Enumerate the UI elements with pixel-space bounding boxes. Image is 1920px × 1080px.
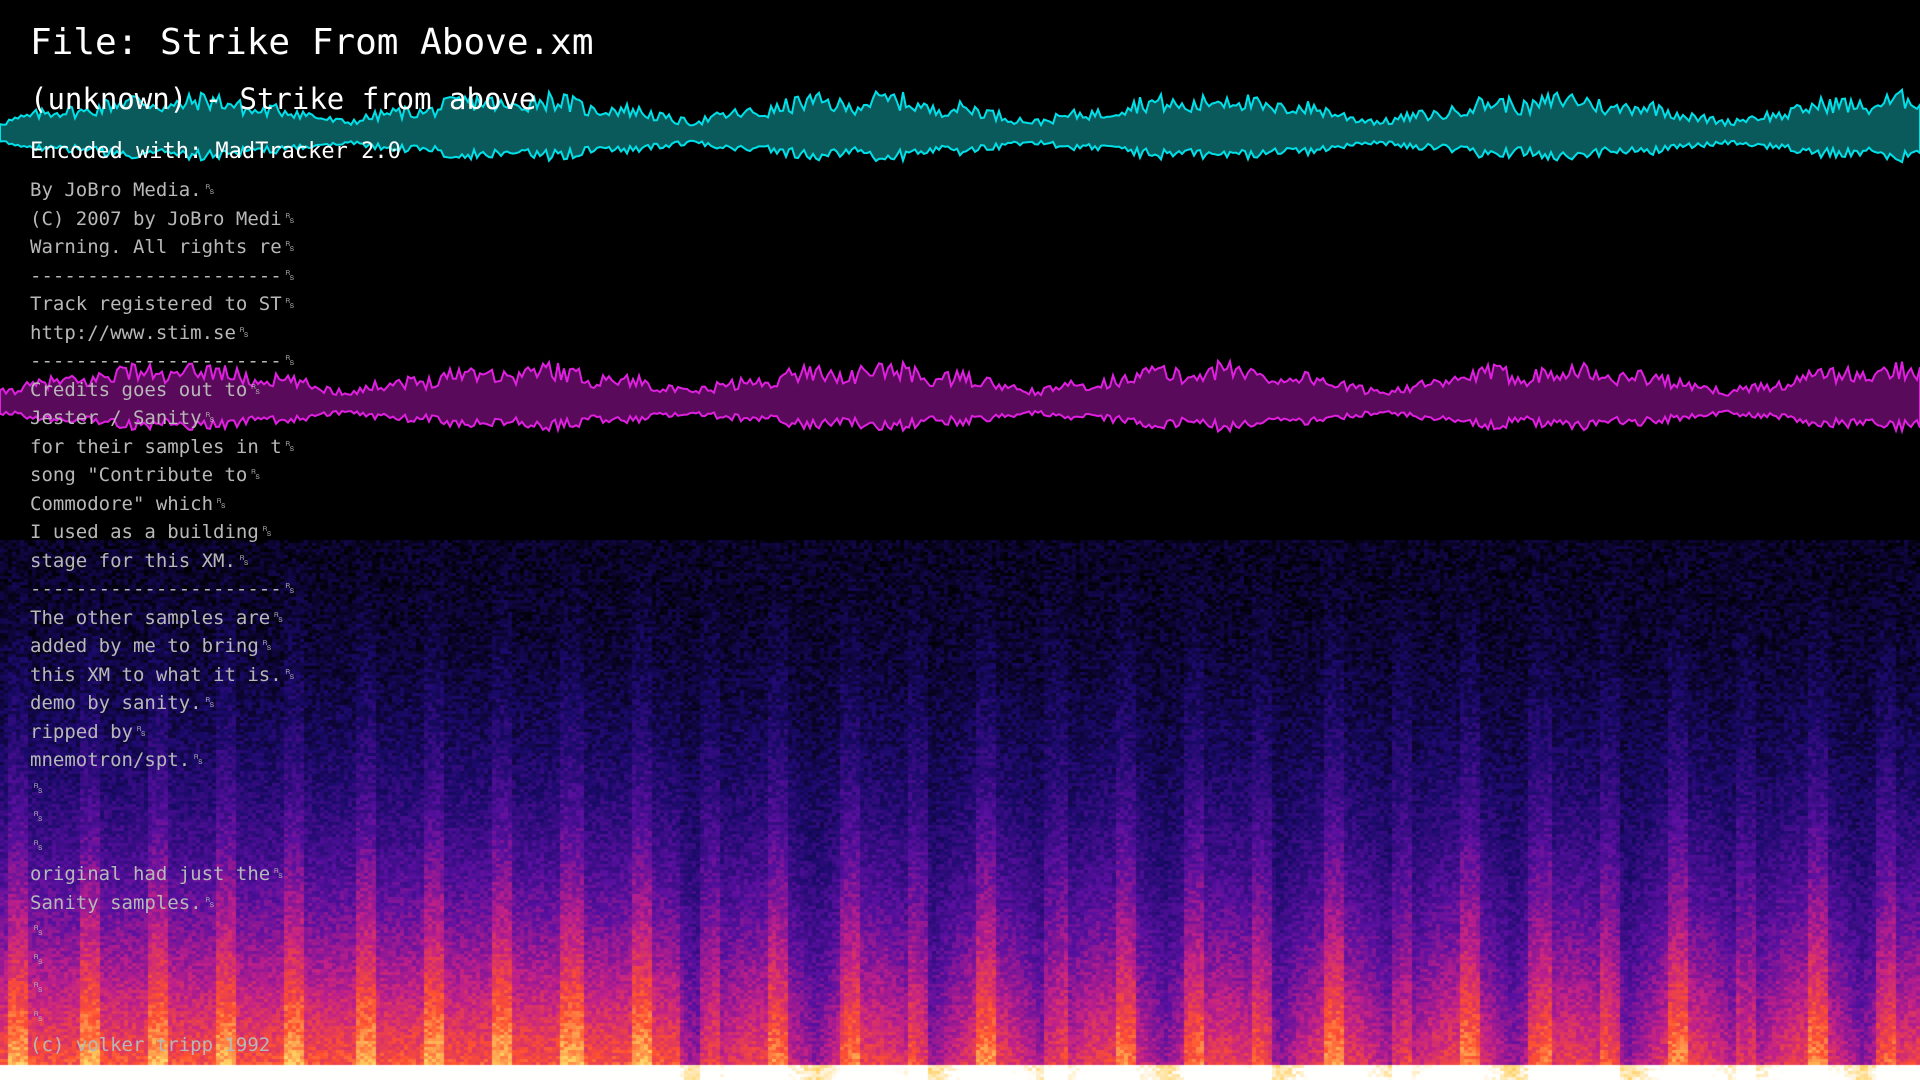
visualizer-screen: File: Strike From Above.xm (unknown) - S… [0, 0, 1920, 1080]
comment-line: added by me to bring␞ [30, 635, 274, 657]
comment-line: Warning. All rights re␞ [30, 236, 297, 258]
comment-line: Commodore" which␞ [30, 492, 229, 515]
comment-line: ----------------------␞ [30, 578, 297, 600]
comment-line: Track registered to ST␞ [30, 293, 297, 315]
comment-line: ripped by␞ [30, 720, 149, 743]
encoder-info: Encoded with: MadTracker 2.0 [30, 139, 401, 164]
comment-line: Credits goes out to␞ [30, 378, 263, 401]
comment-line: Jester / Sanity␞ [30, 407, 217, 429]
comment-line: (c) volker tripp 1992 [30, 1034, 271, 1056]
comment-line: mnemotron/spt.␞ [30, 749, 206, 771]
comment-line: ␞ [30, 777, 46, 800]
comment-line: this XM to what it is.␞ [30, 663, 297, 686]
comment-line: I used as a building␞ [30, 521, 274, 543]
comment-line: The other samples are␞ [30, 606, 286, 629]
comment-line: ␞ [30, 806, 46, 828]
comment-line: song "Contribute to␞ [30, 464, 263, 486]
comment-line: ----------------------␞ [30, 264, 297, 287]
comment-line: ␞ [30, 1005, 46, 1028]
comment-line: ␞ [30, 920, 46, 942]
comment-line: for their samples in t␞ [30, 435, 297, 458]
comment-line: ␞ [30, 834, 46, 857]
comment-line: ----------------------␞ [30, 350, 297, 372]
comment-line: ␞ [30, 977, 46, 999]
comment-line: original had just the␞ [30, 863, 286, 885]
comment-line: http://www.stim.se␞ [30, 321, 252, 344]
file-name: File: Strike From Above.xm [30, 22, 594, 63]
comment-line: (C) 2007 by JoBro Medi␞ [30, 207, 297, 230]
comment-line: ␞ [30, 948, 46, 971]
comment-line: demo by sanity.␞ [30, 692, 217, 714]
comment-line: stage for this XM.␞ [30, 549, 252, 572]
artist-title: (unknown) - Strike from above [30, 82, 537, 116]
comment-line: Sanity samples.␞ [30, 891, 217, 914]
comment-line: By JoBro Media.␞ [30, 179, 217, 201]
module-comments: By JoBro Media.␞ (C) 2007 by JoBro Medi␞ W… [30, 176, 297, 1060]
